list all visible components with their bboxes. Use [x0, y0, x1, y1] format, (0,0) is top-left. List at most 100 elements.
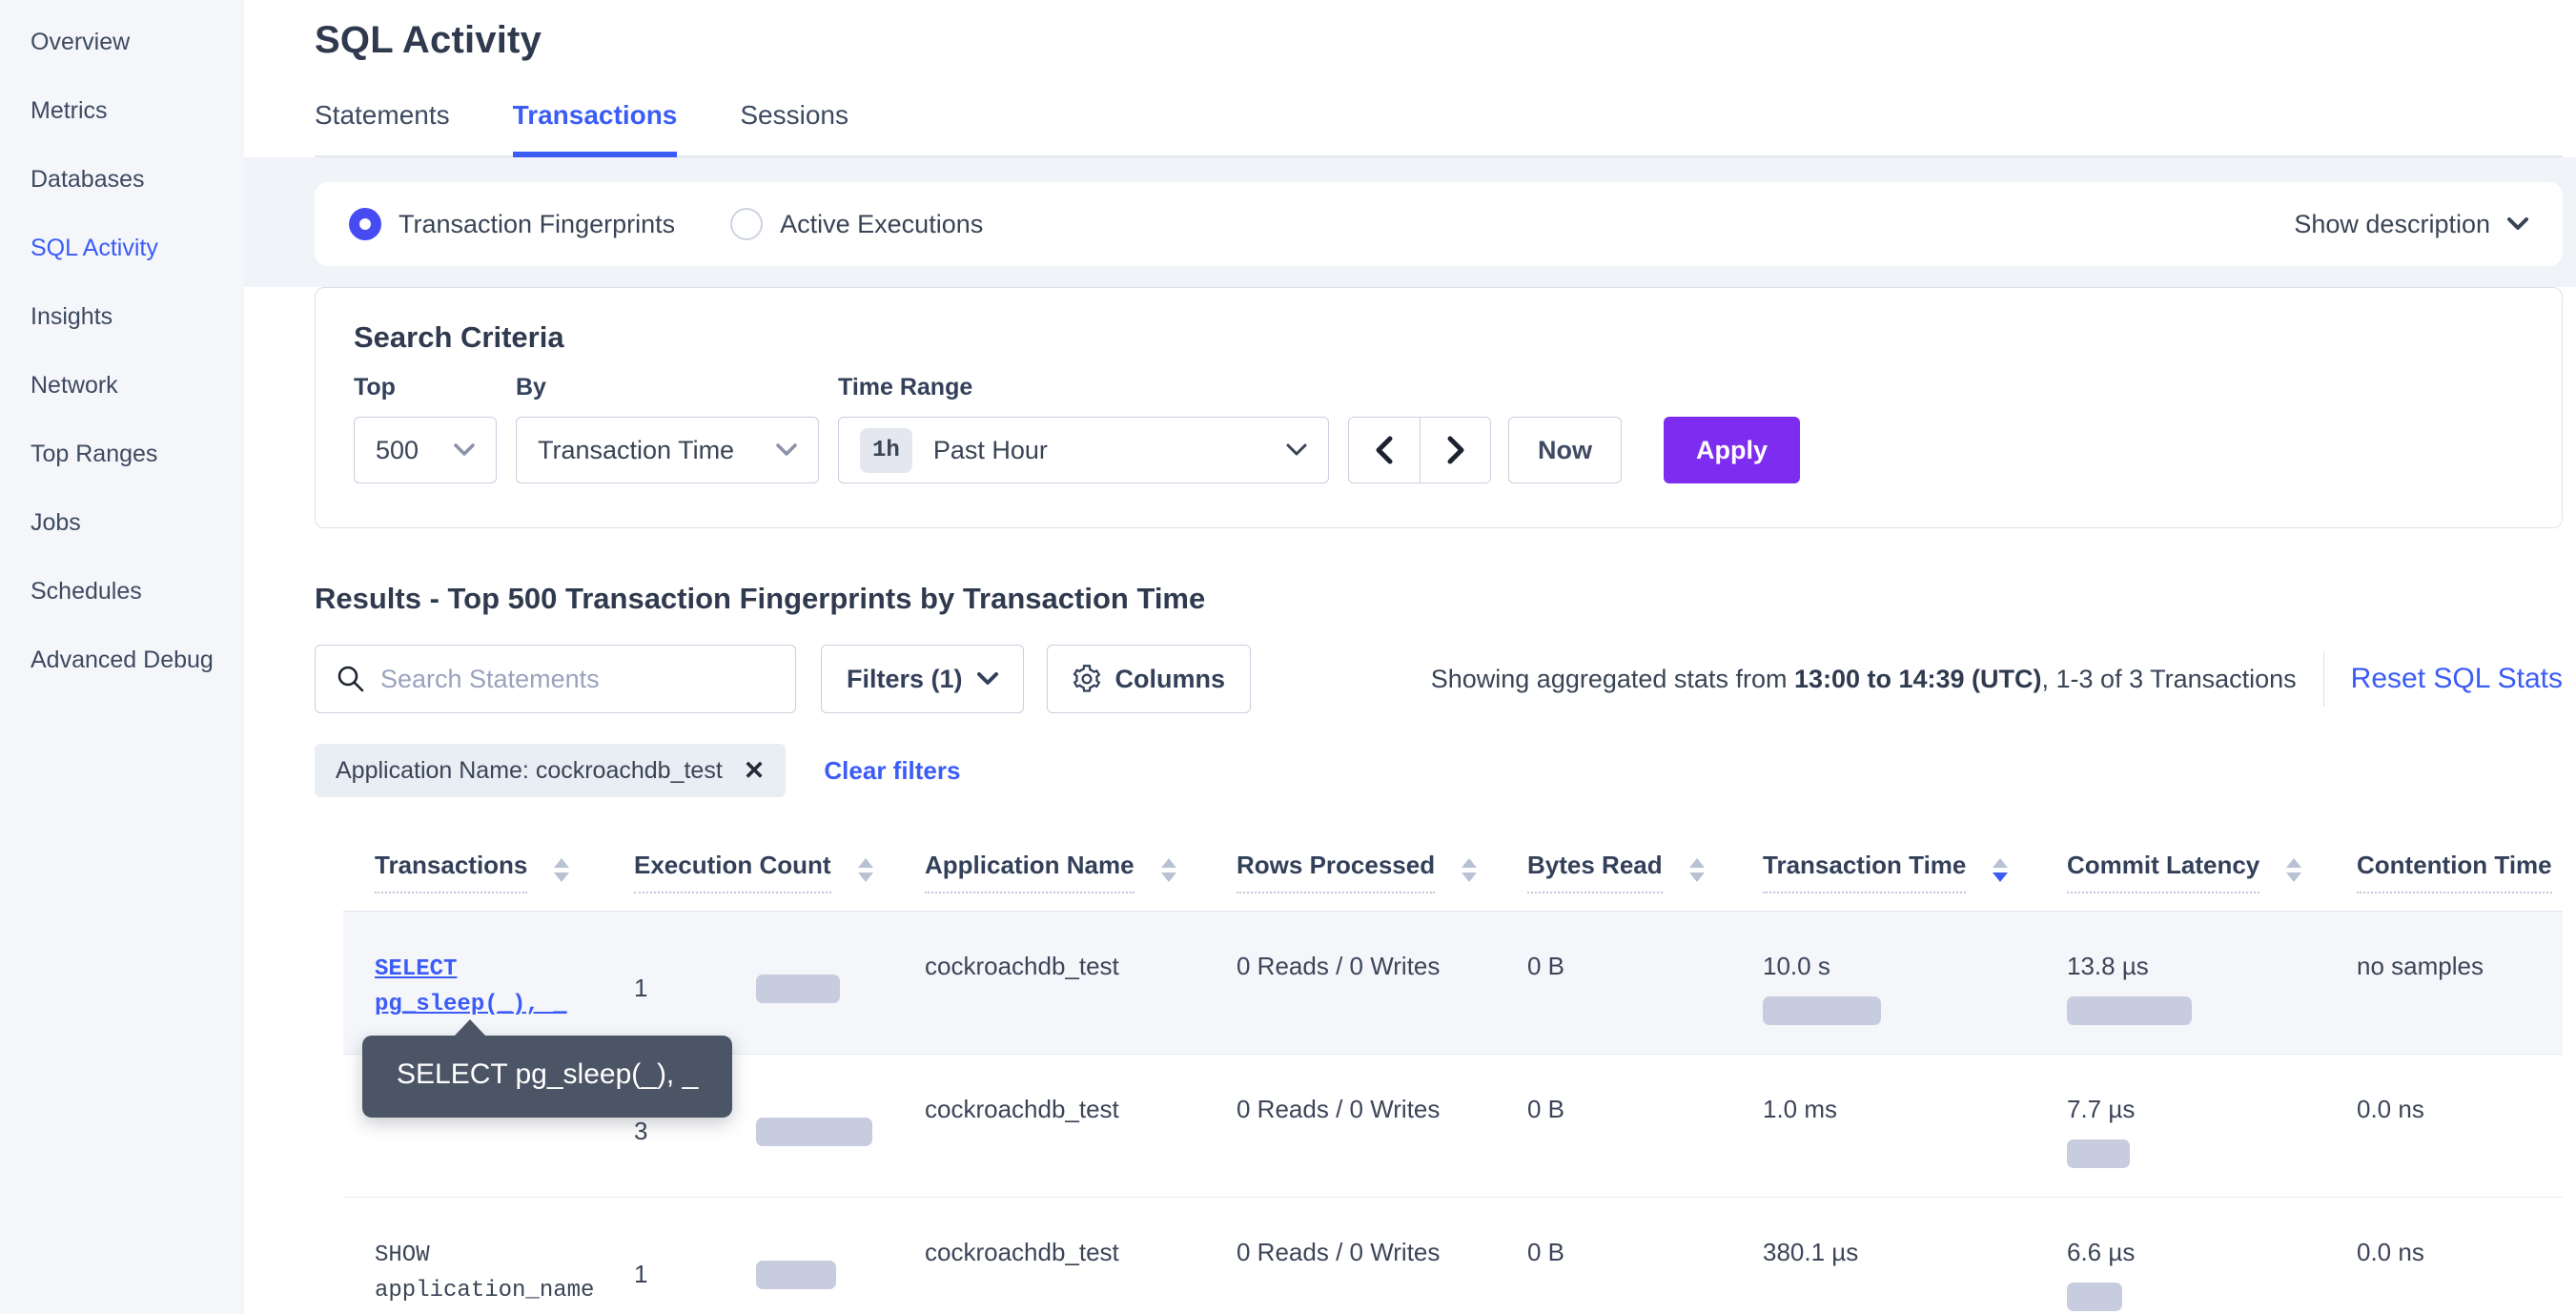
- column-header-transaction-time[interactable]: Transaction Time: [1763, 851, 2067, 893]
- column-label[interactable]: Bytes Read: [1527, 851, 1663, 893]
- radio-unselected-icon[interactable]: [730, 208, 763, 240]
- show-description-label: Show description: [2294, 210, 2490, 239]
- commit-latency-bar: [2067, 996, 2192, 1025]
- main-content: SQL Activity Statements Transactions Ses…: [244, 0, 2576, 1314]
- column-label[interactable]: Transaction Time: [1763, 851, 1966, 893]
- bytes-read-value: 0 B: [1527, 1198, 1763, 1314]
- commit-latency-value: 7.7 µs: [2067, 1095, 2135, 1123]
- commit-latency-value: 6.6 µs: [2067, 1238, 2135, 1266]
- time-range-badge: 1h: [860, 428, 912, 473]
- chevron-down-icon: [776, 443, 797, 457]
- apply-button[interactable]: Apply: [1664, 417, 1800, 483]
- tab-statements[interactable]: Statements: [315, 100, 450, 157]
- transaction-fingerprint-text[interactable]: SHOW application_name: [375, 1238, 634, 1308]
- time-range-label: Time Range: [838, 374, 1329, 401]
- search-statements-input[interactable]: [380, 665, 774, 694]
- reset-sql-stats-link[interactable]: Reset SQL Stats: [2351, 663, 2563, 695]
- vertical-divider: [2323, 651, 2324, 707]
- radio-label: Transaction Fingerprints: [399, 210, 675, 239]
- page-title: SQL Activity: [315, 19, 2563, 62]
- sidebar-item-schedules[interactable]: Schedules: [0, 557, 244, 626]
- close-icon[interactable]: ✕: [744, 758, 766, 784]
- column-label[interactable]: Contention Time: [2357, 851, 2552, 893]
- contention-time-value: no samples: [2357, 912, 2563, 1054]
- sort-icon[interactable]: [554, 851, 569, 882]
- tab-sessions[interactable]: Sessions: [740, 100, 848, 157]
- next-range-button[interactable]: [1420, 418, 1490, 482]
- top-select-value: 500: [376, 436, 419, 465]
- clear-filters-link[interactable]: Clear filters: [824, 756, 960, 786]
- sort-icon[interactable]: [2286, 851, 2301, 882]
- statement-tooltip: SELECT pg_sleep(_), _: [362, 1036, 732, 1118]
- by-select[interactable]: Transaction Time: [516, 417, 819, 483]
- show-description-toggle[interactable]: Show description: [2294, 210, 2528, 239]
- sidebar-item-jobs[interactable]: Jobs: [0, 488, 244, 557]
- tab-transactions[interactable]: Transactions: [513, 100, 678, 157]
- columns-button-label: Columns: [1115, 665, 1226, 694]
- rows-processed-value: 0 Reads / 0 Writes: [1237, 912, 1527, 1054]
- column-label[interactable]: Execution Count: [634, 851, 831, 893]
- sidebar-item-databases[interactable]: Databases: [0, 145, 244, 214]
- bytes-read-value: 0 B: [1527, 1055, 1763, 1197]
- column-header-commit-latency[interactable]: Commit Latency: [2067, 851, 2357, 893]
- execution-count-value: 1: [634, 1260, 756, 1289]
- sidebar-item-insights[interactable]: Insights: [0, 282, 244, 351]
- column-header-contention-time[interactable]: Contention Time: [2357, 851, 2563, 893]
- chevron-down-icon: [977, 672, 998, 686]
- aggregated-stats-text: Showing aggregated stats from 13:00 to 1…: [1431, 665, 2297, 694]
- top-select[interactable]: 500: [354, 417, 497, 483]
- columns-button[interactable]: Columns: [1047, 645, 1252, 713]
- column-header-application-name[interactable]: Application Name: [925, 851, 1237, 893]
- radio-transaction-fingerprints[interactable]: Transaction Fingerprints: [349, 208, 675, 240]
- execution-count-bar: [756, 975, 840, 1003]
- sidebar-item-sql-activity[interactable]: SQL Activity: [0, 214, 244, 282]
- radio-label: Active Executions: [780, 210, 983, 239]
- view-mode-radio-group: Transaction Fingerprints Active Executio…: [349, 208, 983, 240]
- commit-latency-bar: [2067, 1283, 2122, 1311]
- commit-latency-bar: [2067, 1139, 2130, 1168]
- top-label: Top: [354, 374, 497, 401]
- column-header-bytes-read[interactable]: Bytes Read: [1527, 851, 1763, 893]
- sort-icon[interactable]: [1161, 851, 1176, 882]
- sidebar-item-metrics[interactable]: Metrics: [0, 76, 244, 145]
- top-field: Top 500: [354, 374, 497, 483]
- by-field: By Transaction Time: [516, 374, 819, 483]
- transaction-time-value: 10.0 s: [1763, 952, 1830, 980]
- sidebar-item-advanced-debug[interactable]: Advanced Debug: [0, 626, 244, 694]
- filters-button-label: Filters (1): [847, 665, 963, 694]
- search-criteria-title: Search Criteria: [354, 320, 2524, 355]
- sidebar-item-network[interactable]: Network: [0, 351, 244, 420]
- filter-chip-label: Application Name: cockroachdb_test: [336, 757, 723, 785]
- results-toolbar: Filters (1) Columns Showing aggregated s…: [315, 645, 2563, 713]
- table-row[interactable]: SHOW application_name 1 cockroachdb_test…: [343, 1198, 2563, 1314]
- application-name-value: cockroachdb_test: [925, 1198, 1237, 1314]
- column-label[interactable]: Rows Processed: [1237, 851, 1435, 893]
- radio-selected-icon[interactable]: [349, 208, 381, 240]
- sidebar-item-overview[interactable]: Overview: [0, 8, 244, 76]
- time-range-select[interactable]: 1h Past Hour: [838, 417, 1329, 483]
- sort-icon-active-desc[interactable]: [1993, 851, 2008, 882]
- column-label[interactable]: Transactions: [375, 851, 527, 893]
- bytes-read-value: 0 B: [1527, 912, 1763, 1054]
- column-header-rows-processed[interactable]: Rows Processed: [1237, 851, 1527, 893]
- transaction-fingerprint-link[interactable]: SELECT pg_sleep(_), _: [375, 952, 634, 1022]
- now-button[interactable]: Now: [1508, 417, 1622, 483]
- sort-icon[interactable]: [1689, 851, 1705, 882]
- filter-chip-application-name[interactable]: Application Name: cockroachdb_test ✕: [315, 744, 786, 797]
- column-header-transactions[interactable]: Transactions: [343, 851, 634, 893]
- filters-button[interactable]: Filters (1): [821, 645, 1024, 713]
- gear-icon: [1073, 665, 1101, 693]
- chevron-down-icon: [454, 443, 475, 457]
- sort-icon[interactable]: [858, 851, 873, 882]
- aggregated-stats-area: Showing aggregated stats from 13:00 to 1…: [1431, 651, 2563, 707]
- view-mode-section: Transaction Fingerprints Active Executio…: [244, 157, 2576, 287]
- column-label[interactable]: Commit Latency: [2067, 851, 2259, 893]
- radio-active-executions[interactable]: Active Executions: [730, 208, 983, 240]
- column-header-execution-count[interactable]: Execution Count: [634, 851, 925, 893]
- prev-range-button[interactable]: [1349, 418, 1420, 482]
- column-label[interactable]: Application Name: [925, 851, 1135, 893]
- sidebar-item-top-ranges[interactable]: Top Ranges: [0, 420, 244, 488]
- results-heading: Results - Top 500 Transaction Fingerprin…: [315, 582, 2563, 616]
- sort-icon[interactable]: [1462, 851, 1477, 882]
- table-row[interactable]: SELECT pg_sleep(_), _ 1 cockroachdb_test…: [343, 912, 2563, 1055]
